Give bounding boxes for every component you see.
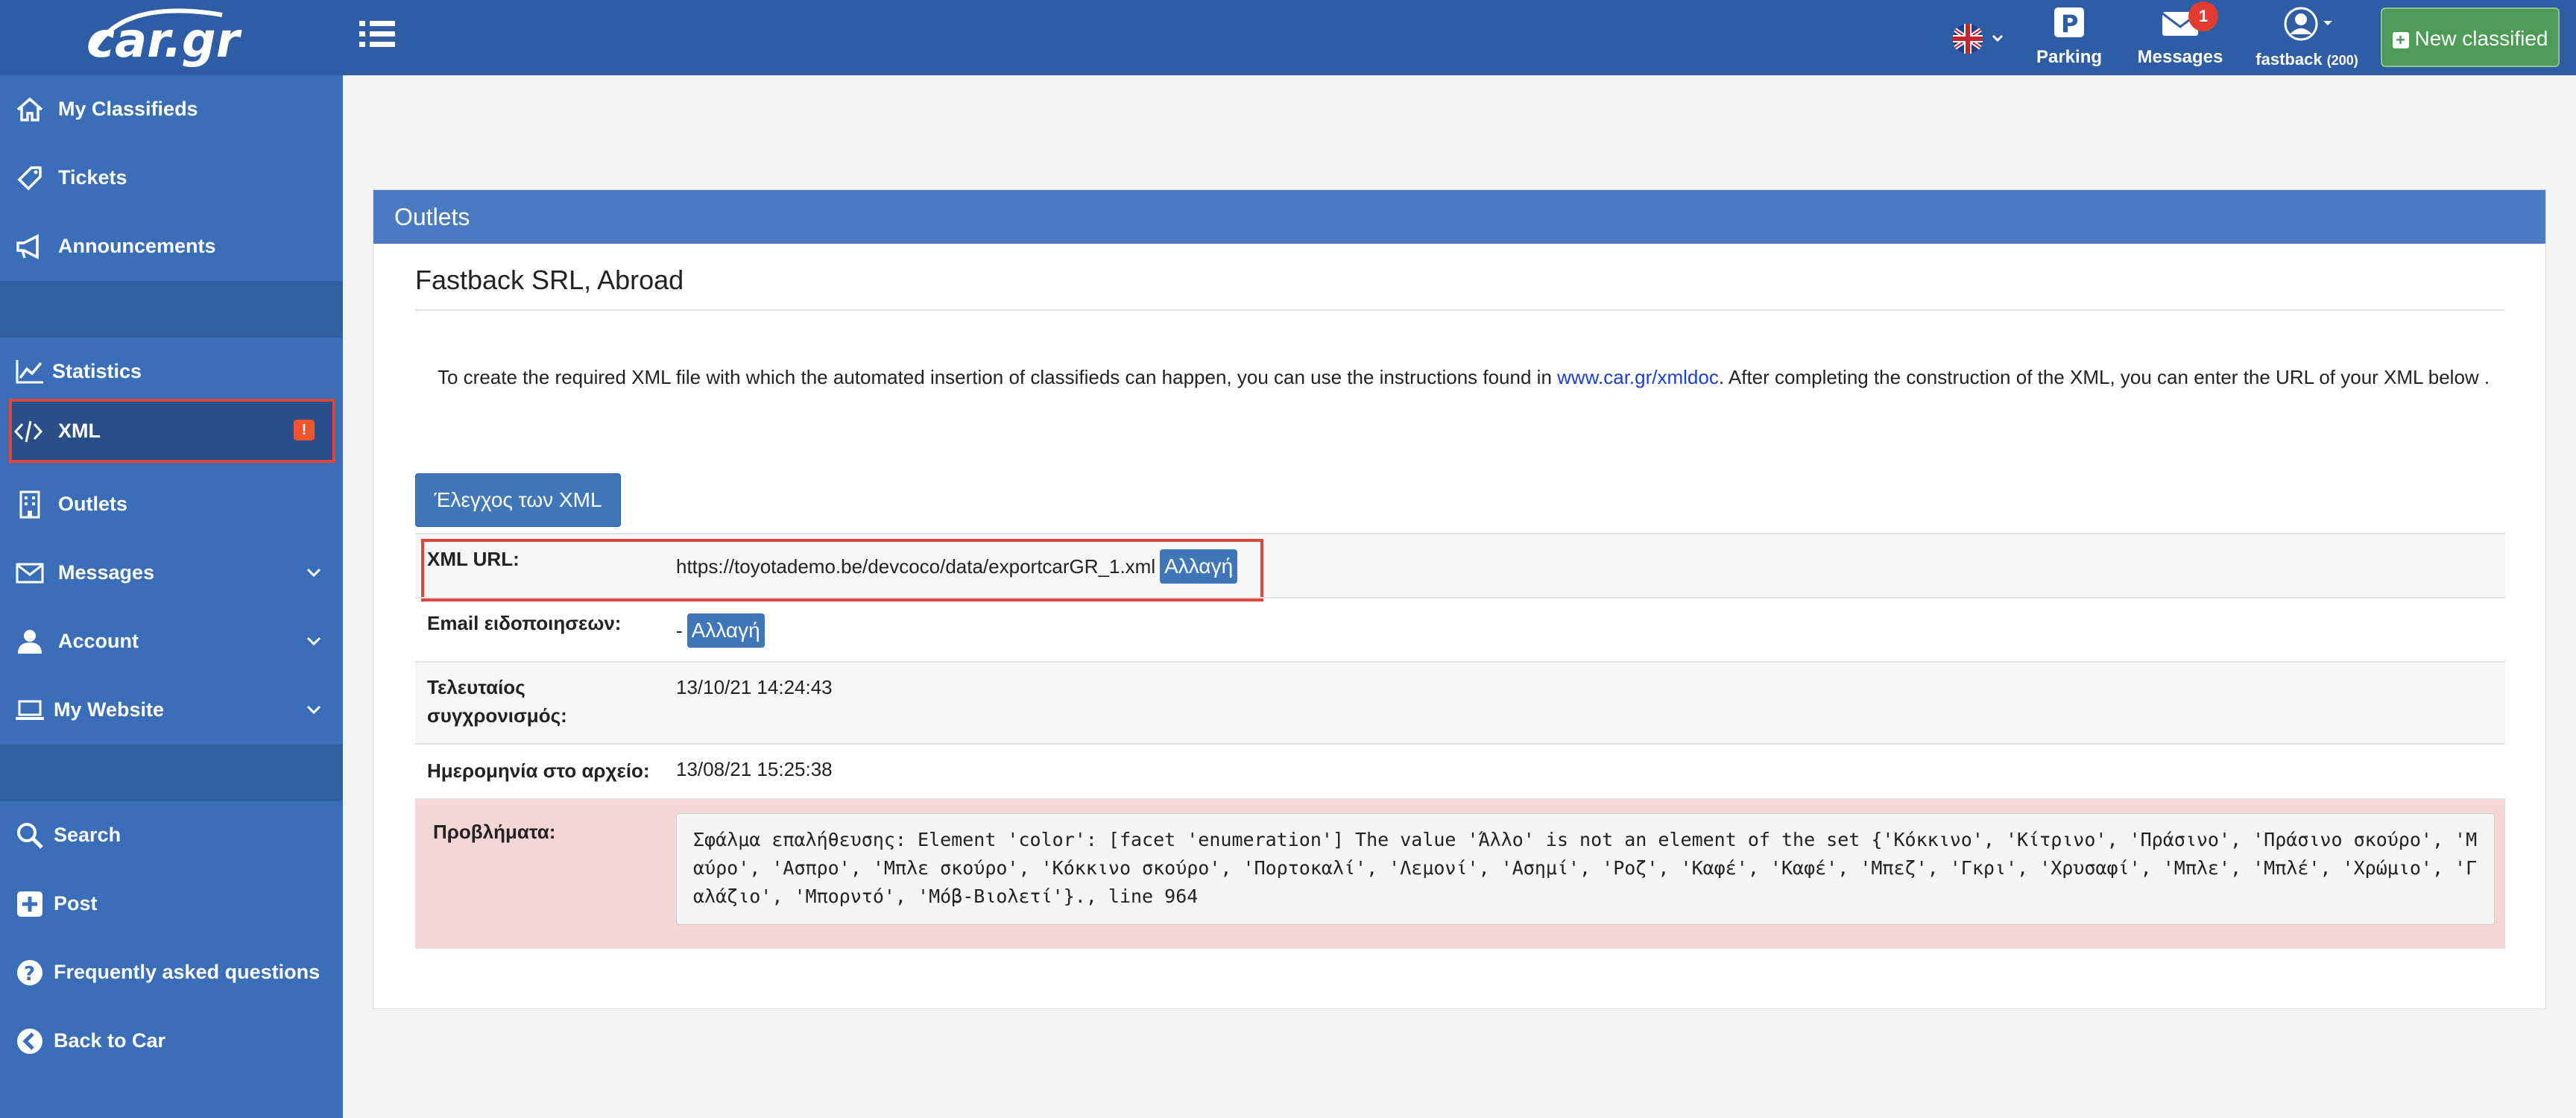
messages-count-badge: 1 bbox=[2188, 1, 2218, 31]
sidebar-item-statistics[interactable]: Statistics bbox=[0, 338, 343, 406]
parking-button[interactable]: P Parking bbox=[2032, 6, 2106, 68]
building-icon bbox=[19, 490, 40, 519]
sidebar: My Classifieds Tickets Announcements Sta… bbox=[0, 75, 343, 1118]
parking-icon: P bbox=[2054, 7, 2084, 38]
sidebar-item-back-to-car[interactable]: Back to Car bbox=[0, 1007, 343, 1076]
sidebar-item-label: Frequently asked questions bbox=[54, 961, 321, 983]
xml-instructions: To create the required XML file with whi… bbox=[438, 363, 2495, 391]
xml-url-label: XML URL: bbox=[427, 548, 520, 570]
user-count: (200) bbox=[2326, 53, 2358, 68]
messages-label: Messages bbox=[2137, 47, 2223, 67]
email-value: - bbox=[676, 619, 683, 642]
arrow-left-circle-icon bbox=[17, 1029, 42, 1054]
xmldoc-link[interactable]: www.car.gr/xmldoc bbox=[1557, 366, 1719, 388]
sidebar-item-account[interactable]: Account bbox=[0, 607, 343, 676]
intro-text: To create the required XML file with whi… bbox=[438, 366, 1558, 388]
change-email-button[interactable]: Αλλαγή bbox=[686, 613, 765, 648]
svg-text:P: P bbox=[2061, 10, 2078, 38]
sidebar-item-label: Account bbox=[58, 630, 139, 652]
change-xml-url-button[interactable]: Αλλαγή bbox=[1160, 549, 1238, 584]
outlet-name: Fastback SRL, Abroad bbox=[415, 265, 684, 295]
sidebar-item-my-classifieds[interactable]: My Classifieds bbox=[0, 75, 343, 144]
table-row: Ημερομηνία στο αρχείο: 13/08/21 15:25:38 bbox=[415, 743, 2505, 798]
sidebar-item-outlets[interactable]: Outlets bbox=[0, 470, 343, 539]
chevron-down-icon[interactable] bbox=[306, 633, 322, 649]
sidebar-item-label: Search bbox=[54, 824, 121, 846]
sidebar-item-label: Tickets bbox=[58, 166, 127, 189]
sidebar-item-label: XML bbox=[58, 420, 101, 442]
outlets-panel: Outlets Fastback SRL, Abroad To create t… bbox=[373, 189, 2546, 1009]
user-menu[interactable]: fastback (200) bbox=[2244, 6, 2370, 69]
sidebar-item-label: My Website bbox=[54, 698, 165, 721]
xml-info-table: XML URL: https://toyotademo.be/devcoco/d… bbox=[415, 533, 2505, 949]
sidebar-item-post[interactable]: Post bbox=[0, 870, 343, 938]
svg-text:?: ? bbox=[24, 963, 35, 985]
sidebar-divider bbox=[0, 745, 343, 801]
plus-square-icon: + bbox=[2392, 31, 2409, 48]
table-row: Προβλήματα: Σφάλμα επαλήθευσης: Element … bbox=[415, 798, 2505, 949]
new-classified-label: New classified bbox=[2414, 27, 2548, 50]
parking-label: Parking bbox=[2036, 47, 2103, 67]
xml-url-value: https://toyotademo.be/devcoco/data/expor… bbox=[676, 555, 1156, 578]
last-sync-label-2: συγχρονισμός: bbox=[427, 704, 567, 727]
user-avatar-icon bbox=[2284, 7, 2332, 41]
sidebar-item-my-website[interactable]: My Website bbox=[0, 676, 343, 745]
sidebar-item-search[interactable]: Search bbox=[0, 801, 343, 870]
sidebar-item-label: Statistics bbox=[52, 360, 142, 382]
sidebar-item-label: Post bbox=[54, 892, 98, 915]
problems-message: Σφάλμα επαλήθευσης: Element 'color': [fa… bbox=[676, 813, 2495, 925]
table-row: Τελευταίος συγχρονισμός: 13/10/21 14:24:… bbox=[415, 661, 2505, 743]
messages-button[interactable]: Messages 1 bbox=[2132, 1, 2229, 68]
last-sync-value: 13/10/21 14:24:43 bbox=[676, 676, 833, 698]
sidebar-item-label: My Classifieds bbox=[58, 98, 198, 120]
sidebar-item-announcements[interactable]: Announcements bbox=[0, 212, 343, 281]
sidebar-item-label: Back to Car bbox=[54, 1029, 166, 1052]
menu-toggle-icon[interactable] bbox=[359, 19, 404, 57]
search-icon bbox=[17, 823, 43, 849]
chevron-down-icon[interactable] bbox=[306, 701, 322, 718]
sidebar-item-label: Announcements bbox=[58, 235, 216, 257]
email-label: Email ειδοποιησεων: bbox=[427, 612, 622, 634]
top-bar: car.gr P Parking Messages 1 fastback (20… bbox=[0, 0, 2576, 75]
sidebar-item-messages[interactable]: Messages bbox=[0, 539, 343, 607]
sidebar-divider bbox=[0, 281, 343, 338]
file-date-value: 13/08/21 15:25:38 bbox=[676, 758, 833, 780]
plus-square-icon bbox=[17, 891, 42, 917]
divider bbox=[415, 309, 2505, 311]
sidebar-item-tickets[interactable]: Tickets bbox=[0, 144, 343, 212]
user-name: fastback bbox=[2255, 50, 2323, 69]
home-icon bbox=[16, 97, 43, 121]
table-row: XML URL: https://toyotademo.be/devcoco/d… bbox=[415, 533, 2505, 601]
xml-alert-badge: ! bbox=[294, 420, 315, 440]
question-circle-icon: ? bbox=[17, 960, 42, 985]
panel-title: Outlets bbox=[373, 190, 2545, 244]
ticket-icon bbox=[17, 166, 42, 191]
code-icon bbox=[13, 420, 43, 443]
user-icon bbox=[18, 630, 42, 654]
problems-label: Προβλήματα: bbox=[433, 821, 556, 843]
chevron-down-icon[interactable] bbox=[306, 564, 322, 581]
laptop-icon bbox=[16, 700, 44, 720]
intro-text-end: . After completing the construction of t… bbox=[1718, 366, 2490, 388]
chart-line-icon bbox=[16, 360, 43, 384]
uk-flag-icon bbox=[1953, 24, 2004, 54]
check-xml-button[interactable]: Έλεγχος των XML bbox=[415, 473, 621, 527]
envelope-icon bbox=[16, 563, 44, 584]
language-selector[interactable] bbox=[1951, 22, 2008, 55]
table-row: Email ειδοποιησεων: - Αλλαγή bbox=[415, 597, 2505, 661]
sidebar-item-label: Messages bbox=[58, 561, 155, 584]
megaphone-icon bbox=[16, 234, 39, 259]
sidebar-item-xml[interactable]: XML ! bbox=[9, 399, 335, 463]
logo-text: car.gr bbox=[86, 13, 242, 69]
file-date-label: Ημερομηνία στο αρχείο: bbox=[427, 759, 650, 782]
last-sync-label-1: Τελευταίος bbox=[427, 676, 525, 698]
sidebar-item-faq[interactable]: ? Frequently asked questions bbox=[0, 938, 343, 1007]
car-gr-logo[interactable]: car.gr bbox=[80, 4, 267, 72]
new-classified-button[interactable]: + New classified bbox=[2381, 7, 2560, 67]
sidebar-item-label: Outlets bbox=[58, 493, 128, 515]
